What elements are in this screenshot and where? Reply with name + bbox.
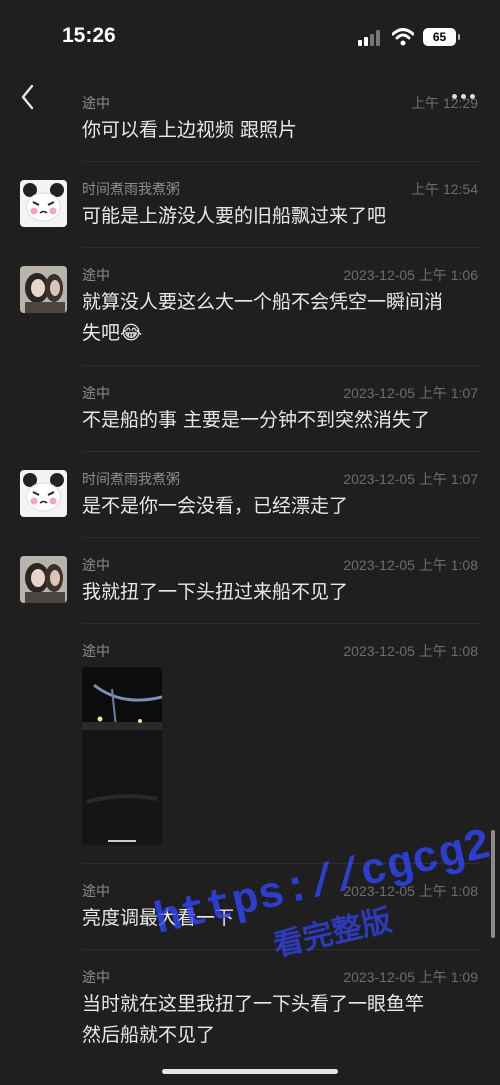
sender-name: 途中 <box>82 386 110 402</box>
message-time: 2023-12-05 上午 1:08 <box>343 643 478 659</box>
cellular-signal-icon <box>358 30 384 46</box>
divider <box>82 247 480 248</box>
message-text: 你可以看上边视频 跟照片 <box>82 119 298 141</box>
video-thumbnail-icon <box>82 667 162 845</box>
profile-photo-icon <box>20 556 67 603</box>
message-text: 不是船的事 主要是一分钟不到突然消失了 <box>82 409 431 431</box>
avatar[interactable] <box>20 470 67 517</box>
video-attachment[interactable] <box>82 667 162 845</box>
status-time: 15:26 <box>62 24 116 47</box>
divider <box>82 537 480 538</box>
home-indicator[interactable] <box>162 1069 338 1074</box>
message-time: 2023-12-05 上午 1:08 <box>343 883 478 899</box>
sender-name: 时间煮雨我煮粥 <box>82 472 180 488</box>
sender-name: 途中 <box>82 970 110 986</box>
panda-avatar-icon <box>23 473 64 512</box>
message-time: 2023-12-05 上午 1:06 <box>343 267 478 283</box>
message-time: 2023-12-05 上午 1:09 <box>343 969 478 985</box>
avatar[interactable] <box>20 556 67 603</box>
divider <box>82 863 480 864</box>
battery-icon: 65 <box>423 28 460 46</box>
panda-avatar-icon <box>23 183 64 222</box>
message-text-line: 就算没人要这么大一个船不会凭空一瞬间消 <box>82 291 444 313</box>
sender-name: 途中 <box>82 268 110 284</box>
laughing-crying-emoji-icon: 😂 <box>120 322 143 344</box>
message-text: 亮度调最大看一下 <box>82 907 235 929</box>
sender-name: 途中 <box>82 644 110 660</box>
message-text: 是不是你一会没看，已经漂走了 <box>82 495 349 517</box>
sender-name: 途中 <box>82 96 110 112</box>
message-time: 上午 12:29 <box>411 95 478 111</box>
divider <box>82 365 480 366</box>
scrollbar[interactable] <box>491 830 495 938</box>
status-bar: 15:26 65 <box>0 0 500 75</box>
message-time: 2023-12-05 上午 1:08 <box>343 557 478 573</box>
divider <box>82 949 480 950</box>
wifi-icon <box>391 28 415 46</box>
sender-name: 时间煮雨我煮粥 <box>82 182 180 198</box>
profile-photo-icon <box>20 266 67 313</box>
message-time: 上午 12:54 <box>411 181 478 197</box>
divider <box>82 451 480 452</box>
sender-name: 途中 <box>82 884 110 900</box>
message-text-line: 当时就在这里我扭了一下头看了一眼鱼竿 <box>82 993 425 1015</box>
message-text: 就算没人要这么大一个船不会凭空一瞬间消 失吧😂 <box>82 287 482 349</box>
divider <box>82 623 480 624</box>
avatar[interactable] <box>20 266 67 313</box>
message-text-line: 然后船就不见了 <box>82 1024 216 1046</box>
sender-name: 途中 <box>82 558 110 574</box>
divider <box>82 161 480 162</box>
message-time: 2023-12-05 上午 1:07 <box>343 471 478 487</box>
message-list[interactable]: 途中 上午 12:29 你可以看上边视频 跟照片 时间煮雨我煮粥 上午 12:5… <box>0 75 500 1075</box>
message-text: 当时就在这里我扭了一下头看了一眼鱼竿 然后船就不见了 <box>82 989 482 1051</box>
avatar[interactable] <box>20 180 67 227</box>
message-text: 可能是上游没人要的旧船飘过来了吧 <box>82 205 387 227</box>
message-time: 2023-12-05 上午 1:07 <box>343 385 478 401</box>
message-text: 我就扭了一下头扭过来船不见了 <box>82 581 349 603</box>
message-text-line: 失吧 <box>82 322 121 344</box>
